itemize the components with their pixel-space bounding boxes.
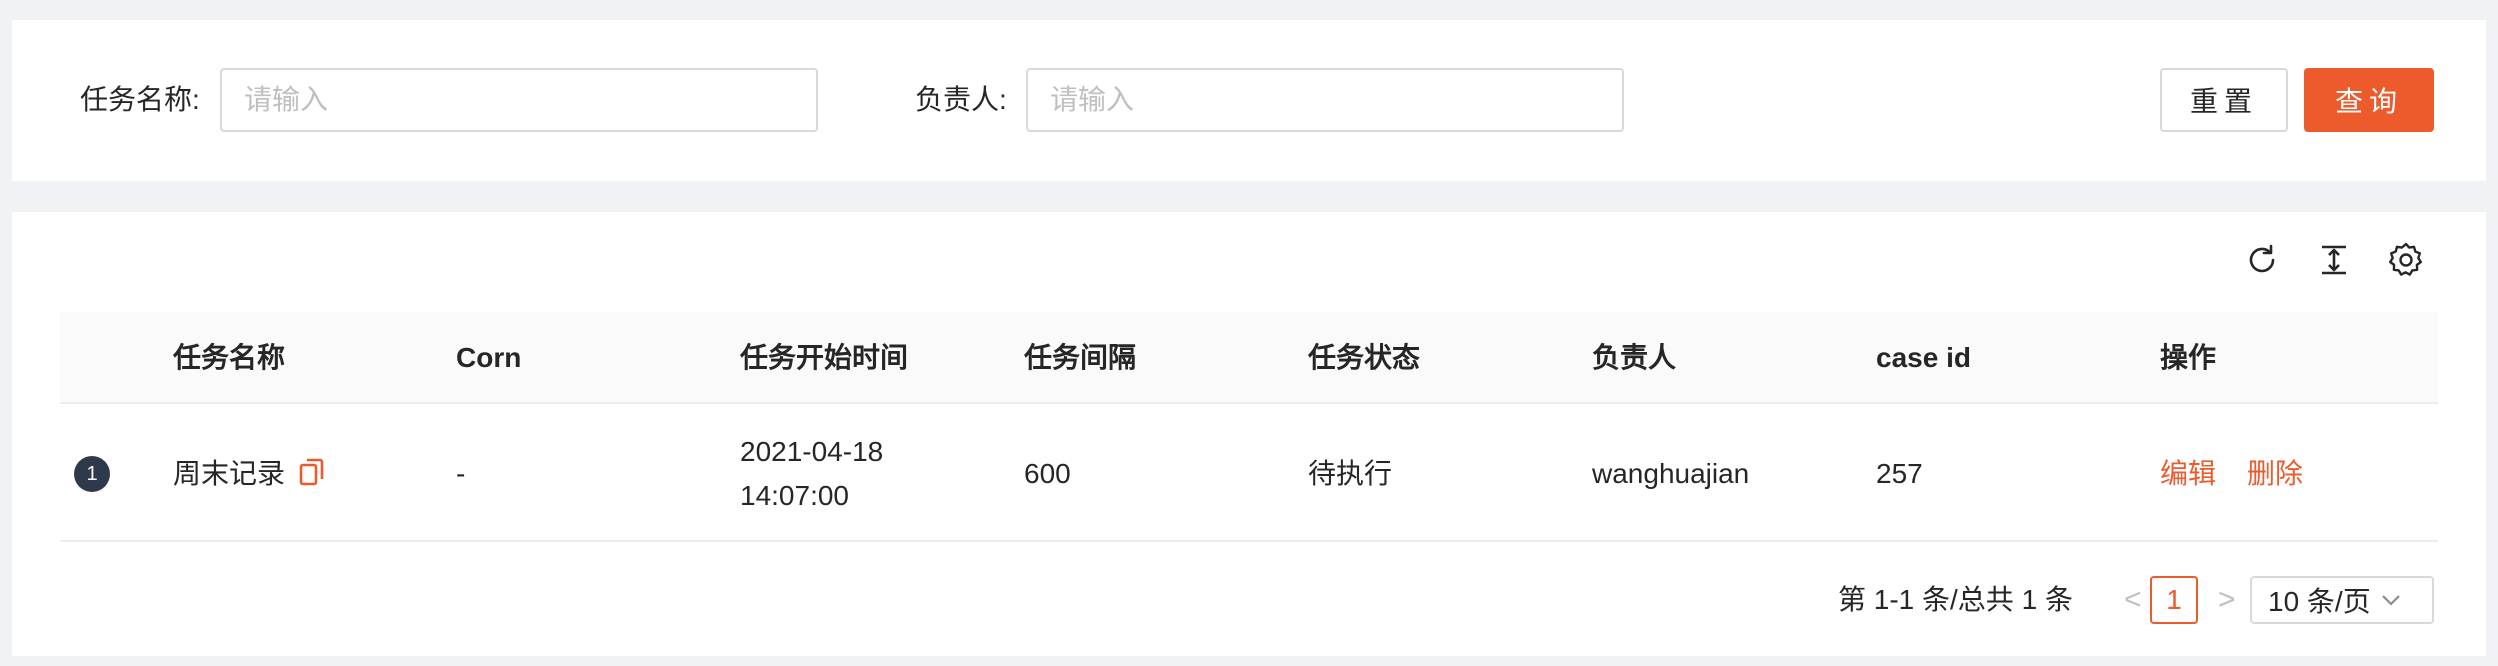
prev-page-button[interactable]: < xyxy=(2124,578,2142,622)
owner-label: 负责人: xyxy=(915,84,1007,115)
page-size-value: 10 条/页 xyxy=(2268,586,2371,617)
cell-interval: 600 xyxy=(1024,458,1071,489)
column-height-icon[interactable] xyxy=(2314,240,2354,280)
table-panel: 任务名称 Corn 任务开始时间 任务间隔 任务状态 负责人 case id 操… xyxy=(12,212,2486,656)
start-clock: 14:07:00 xyxy=(740,480,849,511)
cell-owner: wanghuajian xyxy=(1592,458,1750,489)
page-1-button[interactable]: 1 xyxy=(2150,576,2198,624)
page-size-select[interactable]: 10 条/页 xyxy=(2250,576,2434,624)
cell-case-id: 257 xyxy=(1876,458,1923,489)
owner-input[interactable] xyxy=(1026,68,1624,132)
copy-icon[interactable] xyxy=(299,457,325,487)
column-header-actions: 操作 xyxy=(2160,342,2217,373)
column-header-start-time[interactable]: 任务开始时间 xyxy=(740,336,908,380)
task-name-text: 周末记录 xyxy=(173,458,286,489)
settings-icon[interactable] xyxy=(2386,240,2426,280)
refresh-icon[interactable] xyxy=(2242,240,2282,280)
cell-start-time: 2021-04-18 14:07:00 xyxy=(740,430,883,518)
pagination-summary: 第 1-1 条/总共 1 条 xyxy=(1838,584,2073,615)
next-page-button[interactable]: > xyxy=(2218,578,2236,622)
row-index-badge: 1 xyxy=(74,456,110,492)
column-header-status[interactable]: 任务状态 xyxy=(1308,336,1420,380)
start-date: 2021-04-18 xyxy=(740,436,884,467)
delete-link[interactable]: 删除 xyxy=(2247,452,2303,496)
edit-link[interactable]: 编辑 xyxy=(2160,452,2216,496)
reset-button[interactable]: 重置 xyxy=(2160,68,2288,132)
table-header: 任务名称 Corn 任务开始时间 任务间隔 任务状态 负责人 case id 操… xyxy=(60,312,2438,404)
search-panel: 任务名称: 负责人: 重置 查询 xyxy=(12,20,2486,181)
column-header-interval[interactable]: 任务间隔 xyxy=(1024,336,1136,380)
query-button[interactable]: 查询 xyxy=(2304,68,2434,132)
column-header-corn[interactable]: Corn xyxy=(456,336,521,380)
table-row: 1 周末记录 - 2021-04-18 14:07:00 600 待执行 wan… xyxy=(60,406,2438,542)
column-header-case-id[interactable]: case id xyxy=(1876,336,1971,380)
chevron-down-icon xyxy=(2381,595,2400,606)
column-header-task-name[interactable]: 任务名称 xyxy=(173,336,285,380)
column-header-owner[interactable]: 负责人 xyxy=(1592,336,1676,380)
cell-status: 待执行 xyxy=(1308,458,1393,489)
cell-task-name: 周末记录 xyxy=(173,452,325,496)
task-name-input[interactable] xyxy=(220,68,818,132)
cell-corn: - xyxy=(456,458,466,489)
task-name-label: 任务名称: xyxy=(80,84,200,115)
